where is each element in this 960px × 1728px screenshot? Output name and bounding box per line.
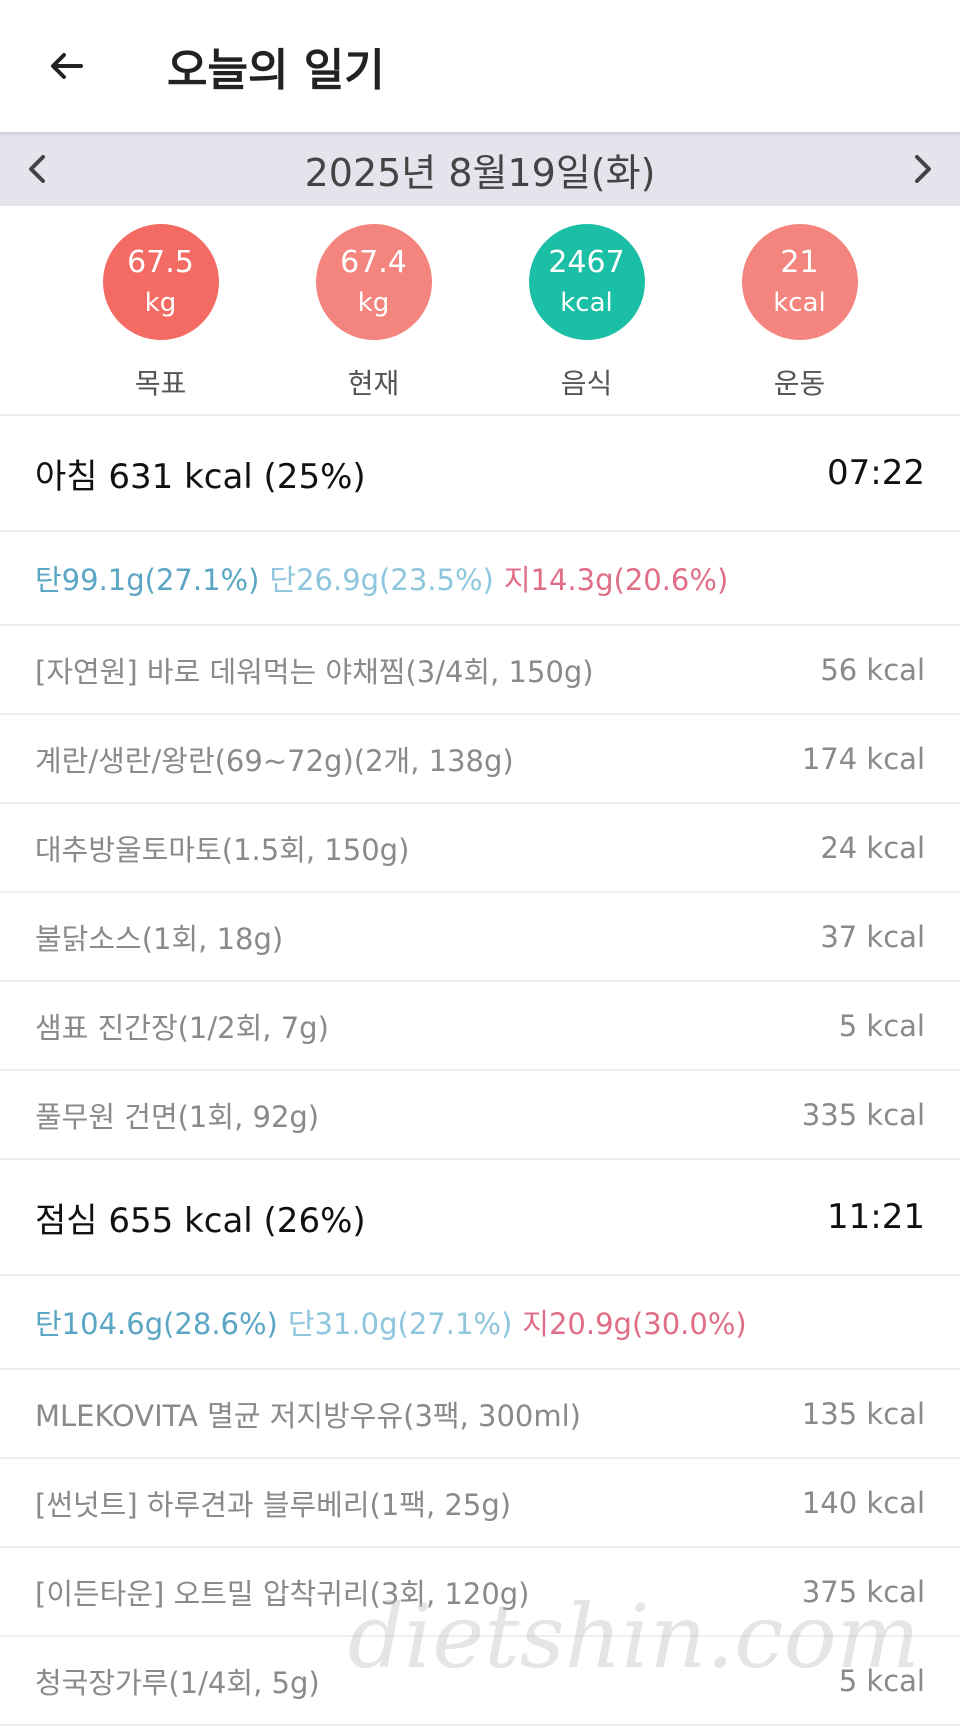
food-kcal: 37 kcal [820,919,925,954]
food-name: 풀무원 건면(1회, 92g) [35,1099,320,1134]
macro-protein: 단31.0g(27.1%) [287,1307,513,1341]
food-name: 불닭소스(1회, 18g) [35,921,284,956]
food-kcal: 174 kcal [801,741,925,776]
back-button[interactable] [33,33,99,99]
macro-summary: 탄99.1g(27.1%) 단26.9g(23.5%) 지14.3g(20.6%… [0,532,960,626]
meal-title: 점심 655 kcal (26%) [35,1200,366,1241]
food-name: [자연원] 바로 데워먹는 야채찜(3/4회, 150g) [35,654,594,689]
food-item[interactable]: 불닭소스(1회, 18g) 37 kcal [0,893,960,982]
macro-summary: 탄104.6g(28.6%) 단31.0g(27.1%) 지20.9g(30.0… [0,1276,960,1370]
food-kcal: 5 kcal [838,1663,925,1698]
date-navigator: 2025년 8월19일(화) [0,132,960,206]
macro-protein: 단26.9g(23.5%) [269,563,494,597]
stat-label: 운동 [773,367,826,400]
stat-goal-weight[interactable]: 67.5 kg 목표 [96,206,226,402]
meal-header[interactable]: 아침 631 kcal (25%) 07:22 [0,416,960,532]
stat-circle: 2467 kcal [528,224,645,340]
food-item[interactable]: 풀무원 건면(1회, 92g) 335 kcal [0,1071,960,1160]
food-item[interactable]: 계란/생란/왕란(69~72g)(2개, 138g) 174 kcal [0,715,960,804]
meal-section-breakfast: 아침 631 kcal (25%) 07:22 탄99.1g(27.1%) 단2… [0,416,960,1160]
stat-unit: kg [144,288,177,318]
macro-fat: 지14.3g(20.6%) [503,563,729,597]
stat-value: 21 [780,245,819,280]
food-name: 청국장가루(1/4회, 5g) [35,1665,320,1700]
stat-label: 음식 [560,367,613,400]
stat-circle: 67.4 kg [315,224,432,340]
food-item[interactable]: 대추방울토마토(1.5회, 150g) 24 kcal [0,804,960,893]
stat-current-weight[interactable]: 67.4 kg 현재 [309,206,439,402]
food-name: 대추방울토마토(1.5회, 150g) [35,832,410,867]
food-kcal: 135 kcal [801,1396,925,1431]
stat-value: 67.4 [340,245,407,280]
page-title: 오늘의 일기 [167,45,385,96]
meal-time: 07:22 [827,453,925,493]
stat-unit: kcal [773,288,826,318]
food-kcal: 375 kcal [801,1574,925,1609]
food-kcal: 56 kcal [820,652,925,687]
stat-unit: kg [357,288,390,318]
next-day-button[interactable] [886,132,960,206]
food-kcal: 140 kcal [801,1485,925,1520]
app-bar: 오늘의 일기 [0,0,960,132]
stat-food-calories[interactable]: 2467 kcal 음식 [522,206,652,402]
stat-circle: 21 kcal [741,224,858,340]
food-kcal: 24 kcal [820,830,925,865]
food-item[interactable]: [이든타운] 오트밀 압착귀리(3회, 120g) 375 kcal [0,1548,960,1637]
macro-carb: 탄104.6g(28.6%) [35,1307,278,1341]
prev-day-button[interactable] [0,132,74,206]
meal-header[interactable]: 점심 655 kcal (26%) 11:21 [0,1160,960,1276]
meal-time: 11:21 [827,1197,925,1237]
food-name: 샘표 진간장(1/2회, 7g) [35,1010,329,1045]
food-name: [이든타운] 오트밀 압착귀리(3회, 120g) [35,1576,530,1611]
current-date[interactable]: 2025년 8월19일(화) [305,142,656,197]
food-kcal: 335 kcal [801,1097,925,1132]
chevron-left-icon [29,155,45,183]
macro-fat: 지20.9g(30.0%) [522,1307,747,1341]
stat-label: 목표 [134,367,187,400]
food-item[interactable]: [썬넛트] 하루견과 블루베리(1팩, 25g) 140 kcal [0,1459,960,1548]
food-item[interactable]: MLEKOVITA 멸균 저지방우유(3팩, 300ml) 135 kcal [0,1370,960,1459]
stat-unit: kcal [560,288,613,318]
stat-circle: 67.5 kg [102,224,219,340]
food-item[interactable]: 청국장가루(1/4회, 5g) 5 kcal [0,1637,960,1726]
macro-carb: 탄99.1g(27.1%) [35,563,260,597]
food-kcal: 5 kcal [838,1008,925,1043]
meal-section-lunch: 점심 655 kcal (26%) 11:21 탄104.6g(28.6%) 단… [0,1160,960,1726]
stat-label: 현재 [347,367,400,400]
stat-value: 2467 [548,245,625,280]
stat-exercise-calories[interactable]: 21 kcal 운동 [735,206,865,402]
food-name: [썬넛트] 하루견과 블루베리(1팩, 25g) [35,1487,512,1522]
daily-summary: 67.5 kg 목표 67.4 kg 현재 2467 kcal 음식 21 kc… [0,206,960,416]
food-name: MLEKOVITA 멸균 저지방우유(3팩, 300ml) [35,1398,581,1433]
meal-title: 아침 631 kcal (25%) [35,456,366,497]
stat-value: 67.5 [127,245,194,280]
food-item[interactable]: [자연원] 바로 데워먹는 야채찜(3/4회, 150g) 56 kcal [0,626,960,715]
food-item[interactable]: 샘표 진간장(1/2회, 7g) 5 kcal [0,982,960,1071]
food-name: 계란/생란/왕란(69~72g)(2개, 138g) [35,743,514,778]
chevron-right-icon [915,155,931,183]
arrow-left-icon [51,53,83,79]
